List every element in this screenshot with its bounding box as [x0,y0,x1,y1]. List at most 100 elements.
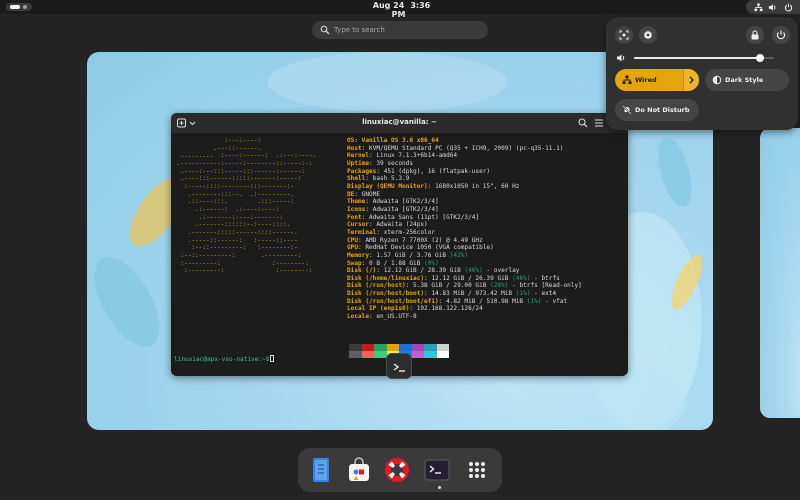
info-line: Disk (/): 12.12 GiB / 28.39 GiB (46%) - … [347,267,520,275]
info-label: Disk (/run/host) [347,282,406,290]
search-icon [320,25,330,35]
info-label: Disk (/run/host/boot/efi) [347,297,439,305]
info-line: Host: KVM/QEMU Standard PC (Q35 + ICH9, … [347,144,564,152]
distro-logo-ascii: :---:----: .---::------. ......... :----… [173,137,316,275]
software-icon [349,457,369,481]
terminal-window[interactable]: linuxiac@vanilla: ~ :---:----: .---::---… [171,113,628,376]
dock-app-grid[interactable] [462,455,492,485]
wired-submenu-button[interactable] [683,69,699,91]
gear-icon [644,31,652,39]
dark-style-toggle[interactable]: Dark Style [705,69,789,91]
info-line: Disk (/run/host/boot/efi): 4.82 MiB / 51… [347,297,568,305]
workspace-indicator-active [10,5,20,9]
lock-icon [751,30,759,40]
logo-line: .----:---:::-----:::------:------: [173,167,306,175]
info-label: Cursor [347,221,370,229]
color-swatch [411,344,424,351]
do-not-disturb-toggle[interactable]: Do Not Disturb [615,99,699,121]
info-line: Swap: 0 B / 1.88 GiB (0%) [347,259,439,267]
info-suffix: - ext4 [530,290,557,298]
info-line: Memory: 1.57 GiB / 3.76 GiB (42%) [347,251,469,259]
info-label: GPU [347,244,359,252]
terminal-output[interactable]: :---:----: .---::------. ......... :----… [171,133,628,376]
info-label: Terminal [347,228,377,236]
info-label: Memory [347,251,370,259]
color-swatch [361,351,374,358]
info-line: DE: GNOME [347,190,381,198]
info-line: Kernel: Linux 7.1.3+6b14-amd64 [347,152,458,160]
info-line: Theme: Adwaita [GTK2/3/4] [347,198,439,206]
volume-slider-handle[interactable] [756,54,764,62]
info-value: 192.168.122.126/24 [416,305,483,313]
screenshot-button[interactable] [615,26,633,44]
running-indicator [438,486,441,489]
logo-line: .-----------:-----:--------::-----:-: [173,159,313,167]
info-value: xterm-256color [383,228,436,236]
color-swatch [349,351,362,358]
lock-button[interactable] [746,26,764,44]
quick-settings-menu: Wired Dark Style Do Not Disturb [606,17,798,130]
info-suffix: - btrfs [Read-only] [508,282,582,290]
info-value: 451 (dpkg), 16 (flatpak-user) [383,167,491,175]
logo-line: .::----:::. .:::-----: [173,198,295,206]
info-label: Host [347,144,362,152]
info-percent: (1%) [515,290,531,298]
info-line: GPU: RedHat Device 1050 (VGA compatible) [347,244,494,252]
info-label: Packages [347,167,377,175]
info-line: Local IP (enp1s0): 192.168.122.126/24 [347,305,483,313]
info-label: Uptime [347,159,370,167]
settings-button[interactable] [639,26,657,44]
power-menu-button[interactable] [772,26,790,44]
menu-icon[interactable] [593,117,605,129]
activities-button[interactable] [6,3,32,11]
info-label: Display (QEMU Monitor) [347,182,428,190]
info-percent: (46%) [512,274,531,282]
info-line: Terminal: xterm-256color [347,228,436,236]
logo-line: :---------: :--------: [173,259,309,267]
volume-slider[interactable] [634,54,774,62]
bell-off-icon [622,105,632,115]
info-label: Shell [347,175,366,183]
volume-slider-fill [634,57,760,59]
search-input[interactable] [334,23,484,37]
info-line: OS: Vanilla OS 3.0 x86_64 [347,137,582,145]
dock-help[interactable] [382,455,412,485]
wired-toggle[interactable]: Wired [615,69,699,91]
color-swatch [424,351,437,358]
search-bar[interactable] [312,21,488,39]
info-line: Disk (/run/host/boot): 14.83 MiB / 973.4… [347,290,557,298]
info-line: Display (QEMU Monitor): 1680x1050 in 15"… [347,182,520,190]
dock-terminal[interactable] [422,455,452,485]
clock[interactable]: Aug 24 3:36 PM [360,1,440,19]
help-icon [385,458,409,482]
power-icon [776,30,786,40]
files-icon [313,458,329,482]
top-bar: Aug 24 3:36 PM [0,0,800,19]
info-label: DE [347,190,355,198]
shell-prompt: linuxiac@apx-vso-native:~$ [174,355,275,364]
info-value: Adwaita [GTK2/3/4] [372,198,439,206]
workspace-thumbnail-next[interactable] [760,128,800,418]
info-label: Kernel [347,152,370,160]
info-percent: (0%) [424,259,439,267]
search-icon[interactable] [577,117,589,129]
info-value: OS: Vanilla OS 3.0 x86_64 [347,137,439,144]
system-tray[interactable] [746,0,800,14]
info-value: GNOME [361,190,381,198]
color-swatch [424,344,437,351]
terminal-icon [393,363,405,372]
color-swatch [436,344,449,351]
logo-line: :--::---------: :--------:- [173,244,298,252]
dock-software[interactable] [344,455,374,485]
info-value: KVM/QEMU Standard PC (Q35 + ICH9, 2009) … [369,144,564,152]
info-percent: (46%) [464,267,483,275]
text-cursor [270,355,275,362]
info-value: 5.38 GiB / 29.00 GiB [413,282,487,290]
power-icon [784,3,793,12]
terminal-icon [424,459,450,481]
dark-style-icon [712,75,722,85]
logo-line: ......... :----:------: .:---:----. [173,152,317,160]
terminal-title: linuxiac@vanilla: ~ [362,118,437,126]
dock-files[interactable] [306,455,336,485]
logo-line: .:------: .:----:----: [173,205,280,213]
